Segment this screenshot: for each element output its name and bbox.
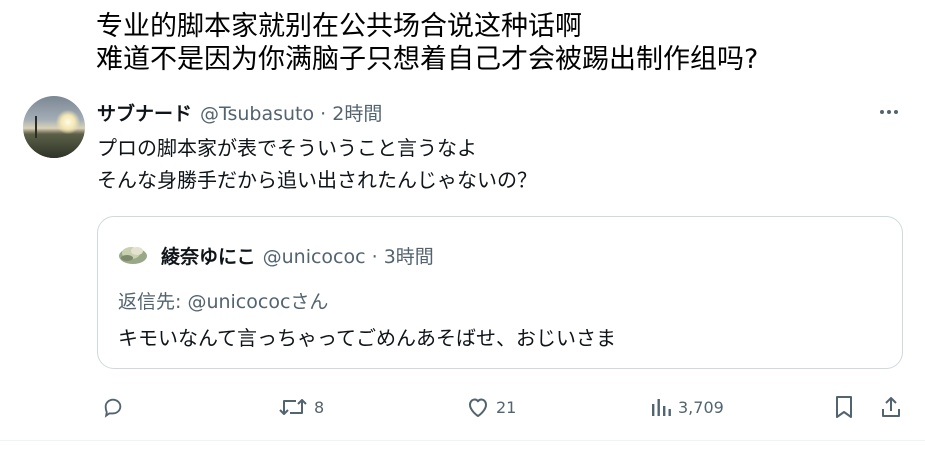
avatar[interactable]	[23, 96, 85, 158]
tweet-text-line-1: プロの脚本家が表でそういうこと言うなよ	[97, 136, 477, 160]
views-count: 3,709	[678, 397, 724, 417]
avatar-pole	[35, 116, 37, 138]
like-count: 21	[496, 397, 517, 417]
bookmark-button[interactable]	[834, 389, 854, 425]
more-horizontal-icon[interactable]	[872, 100, 906, 124]
reply-button[interactable]	[102, 389, 130, 425]
share-button[interactable]	[880, 389, 902, 425]
avatar-sun	[56, 110, 80, 134]
avatar-ground	[23, 134, 85, 158]
tweet[interactable]: サブナード @Tsubasuto · 2時間 プロの脚本家が表でそういうこと言う…	[0, 86, 925, 440]
like-button[interactable]: 21	[466, 389, 516, 425]
share-icon	[880, 395, 902, 419]
handle-and-time[interactable]: @Tsubasuto · 2時間	[200, 99, 382, 126]
caption: 专业的脚本家就别在公共场合说这种话啊 难道不是因为你满脑子只想着自己才会被踢出制…	[96, 10, 758, 76]
divider	[0, 440, 925, 441]
retweet-button[interactable]: 8	[278, 389, 324, 425]
display-name[interactable]: サブナード	[97, 99, 192, 126]
tweet-header: サブナード @Tsubasuto · 2時間	[97, 99, 382, 126]
caption-line-1: 专业的脚本家就别在公共场合说这种话啊	[96, 11, 582, 42]
tweet-text: プロの脚本家が表でそういうこと言うなよ そんな身勝手だから追い出されたんじゃない…	[97, 132, 537, 196]
reply-to-label: 返信先: @unicococさん	[118, 291, 329, 313]
retweet-count: 8	[314, 397, 325, 417]
action-bar: 8 21 3,709	[0, 389, 925, 425]
heart-icon	[466, 396, 490, 418]
tweet-text-line-2: そんな身勝手だから追い出されたんじゃないの？	[97, 168, 537, 192]
quoted-tweet[interactable]: 綾奈ゆにこ @unicococ · 3時間 返信先: @unicococさん キ…	[97, 216, 903, 369]
quote-display-name[interactable]: 綾奈ゆにこ	[161, 242, 256, 269]
caption-line-2: 难道不是因为你满脑子只想着自己才会被踢出制作组吗?	[96, 44, 759, 75]
reply-icon	[102, 396, 124, 418]
quote-text: キモいなんて言っちゃってごめんあそばせ、おじいさま	[118, 326, 616, 350]
bookmark-icon	[834, 395, 854, 419]
quote-avatar[interactable]	[117, 241, 149, 265]
retweet-icon	[278, 396, 308, 418]
bar-chart-icon	[650, 396, 672, 418]
views-button[interactable]: 3,709	[650, 389, 724, 425]
quote-handle-and-time[interactable]: @unicococ · 3時間	[263, 242, 434, 269]
quote-header: 綾奈ゆにこ @unicococ · 3時間	[161, 242, 434, 269]
